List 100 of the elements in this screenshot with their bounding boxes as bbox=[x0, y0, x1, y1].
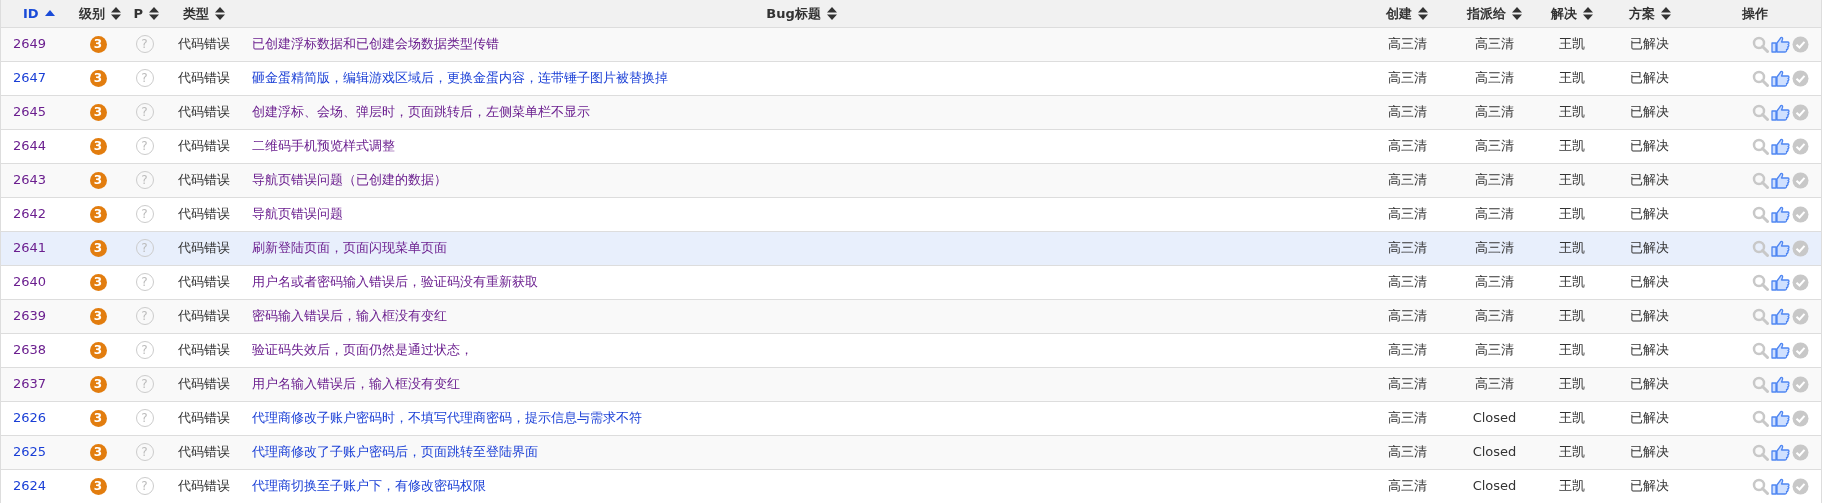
check-circle-icon[interactable] bbox=[1792, 341, 1809, 359]
search-icon[interactable] bbox=[1752, 477, 1769, 495]
check-circle-icon[interactable] bbox=[1792, 307, 1809, 325]
thumbs-up-icon[interactable] bbox=[1771, 239, 1790, 257]
bug-title-link[interactable]: 二维码手机预览样式调整 bbox=[251, 138, 395, 154]
bug-title-link[interactable]: 密码输入错误后，输入框没有变红 bbox=[251, 308, 447, 324]
search-icon[interactable] bbox=[1752, 443, 1769, 461]
creator-name: 高三清 bbox=[1387, 138, 1427, 154]
creator-name: 高三清 bbox=[1387, 274, 1427, 290]
assignee-name: 高三清 bbox=[1475, 138, 1514, 154]
thumbs-up-icon[interactable] bbox=[1771, 341, 1790, 359]
check-circle-icon[interactable] bbox=[1792, 171, 1809, 189]
thumbs-up-icon[interactable] bbox=[1771, 171, 1790, 189]
search-icon[interactable] bbox=[1752, 307, 1769, 325]
thumbs-up-icon[interactable] bbox=[1771, 477, 1790, 495]
id-link[interactable]: 2644 bbox=[13, 138, 47, 154]
bug-title-link[interactable]: 代理商修改了子账户密码后，页面跳转至登陆界面 bbox=[251, 444, 538, 460]
assignee-name: Closed bbox=[1472, 478, 1517, 494]
check-circle-icon[interactable] bbox=[1792, 69, 1809, 87]
thumbs-up-icon[interactable] bbox=[1771, 375, 1790, 393]
bug-title-link[interactable]: 导航页错误问题 bbox=[251, 206, 343, 222]
thumbs-up-icon[interactable] bbox=[1771, 137, 1790, 155]
assignee-name: 高三清 bbox=[1475, 70, 1514, 86]
severity-badge: 3 bbox=[89, 103, 107, 121]
id-link[interactable]: 2626 bbox=[13, 410, 47, 426]
thumbs-up-icon[interactable] bbox=[1771, 273, 1790, 291]
check-circle-icon[interactable] bbox=[1792, 103, 1809, 121]
bug-type: 代码错误 bbox=[177, 104, 230, 120]
search-icon[interactable] bbox=[1752, 69, 1769, 87]
resolver-name: 王凯 bbox=[1559, 410, 1585, 426]
search-icon[interactable] bbox=[1752, 205, 1769, 223]
bug-type: 代码错误 bbox=[177, 206, 230, 222]
check-circle-icon[interactable] bbox=[1792, 409, 1809, 427]
search-icon[interactable] bbox=[1752, 375, 1769, 393]
thumbs-up-icon[interactable] bbox=[1771, 307, 1790, 325]
bug-title-link[interactable]: 创建浮标、会场、弹层时，页面跳转后，左侧菜单栏不显示 bbox=[251, 104, 590, 120]
resolution-text: 已解决 bbox=[1630, 410, 1669, 426]
thumbs-up-icon[interactable] bbox=[1771, 205, 1790, 223]
bug-title-link[interactable]: 刷新登陆页面，页面闪现菜单页面 bbox=[251, 240, 447, 256]
search-icon[interactable] bbox=[1752, 341, 1769, 359]
column-header[interactable]: 操作 bbox=[1742, 3, 1769, 23]
bug-title-link[interactable]: 砸金蛋精简版，编辑游戏区域后，更换金蛋内容，连带锤子图片被替换掉 bbox=[251, 70, 668, 86]
thumbs-up-icon[interactable] bbox=[1771, 35, 1790, 53]
bug-type: 代码错误 bbox=[177, 308, 230, 324]
id-link[interactable]: 2638 bbox=[13, 342, 47, 358]
assignee-name: 高三清 bbox=[1475, 36, 1514, 52]
creator-name: 高三清 bbox=[1387, 444, 1427, 460]
bug-title-link[interactable]: 代理商修改子账户密码时，不填写代理商密码，提示信息与需求不符 bbox=[251, 410, 642, 426]
severity-badge: 3 bbox=[89, 443, 107, 461]
bug-title-link[interactable]: 用户名输入错误后，输入框没有变红 bbox=[251, 376, 460, 392]
check-circle-icon[interactable] bbox=[1792, 375, 1809, 393]
assignee-name: Closed bbox=[1472, 444, 1517, 460]
creator-name: 高三清 bbox=[1387, 410, 1427, 426]
severity-badge: 3 bbox=[89, 137, 107, 155]
check-circle-icon[interactable] bbox=[1792, 443, 1809, 461]
resolver-name: 王凯 bbox=[1559, 342, 1585, 358]
bug-title-link[interactable]: 已创建浮标数据和已创建会场数据类型传错 bbox=[251, 36, 499, 52]
severity-badge: 3 bbox=[89, 341, 107, 359]
resolution-text: 已解决 bbox=[1630, 36, 1669, 52]
id-link[interactable]: 2642 bbox=[13, 206, 47, 222]
id-link[interactable]: 2624 bbox=[13, 478, 47, 494]
resolver-name: 王凯 bbox=[1559, 206, 1585, 222]
resolver-name: 王凯 bbox=[1559, 274, 1585, 290]
check-circle-icon[interactable] bbox=[1792, 239, 1809, 257]
search-icon[interactable] bbox=[1752, 137, 1769, 155]
resolution-text: 已解决 bbox=[1630, 240, 1669, 256]
assignee-name: 高三清 bbox=[1475, 206, 1514, 222]
id-link[interactable]: 2640 bbox=[13, 274, 47, 290]
check-circle-icon[interactable] bbox=[1792, 205, 1809, 223]
assignee-name: Closed bbox=[1472, 410, 1517, 426]
bug-title-link[interactable]: 代理商切换至子账户下，有修改密码权限 bbox=[251, 478, 486, 494]
resolution-text: 已解决 bbox=[1630, 444, 1669, 460]
resolver-name: 王凯 bbox=[1559, 376, 1585, 392]
bug-title-link[interactable]: 用户名或者密码输入错误后，验证码没有重新获取 bbox=[251, 274, 538, 290]
bug-type: 代码错误 bbox=[177, 376, 230, 392]
search-icon[interactable] bbox=[1752, 103, 1769, 121]
bug-type: 代码错误 bbox=[177, 444, 230, 460]
check-circle-icon[interactable] bbox=[1792, 273, 1809, 291]
check-circle-icon[interactable] bbox=[1792, 137, 1809, 155]
search-icon[interactable] bbox=[1752, 239, 1769, 257]
bug-title-link[interactable]: 验证码失效后，页面仍然是通过状态， bbox=[251, 342, 473, 358]
thumbs-up-icon[interactable] bbox=[1771, 69, 1790, 87]
check-circle-icon[interactable] bbox=[1792, 35, 1809, 53]
thumbs-up-icon[interactable] bbox=[1771, 443, 1790, 461]
resolution-text: 已解决 bbox=[1630, 138, 1669, 154]
search-icon[interactable] bbox=[1752, 171, 1769, 189]
search-icon[interactable] bbox=[1752, 273, 1769, 291]
bug-title-link[interactable]: 导航页错误问题（已创建的数据） bbox=[251, 172, 447, 188]
resolution-text: 已解决 bbox=[1630, 104, 1669, 120]
bug-type: 代码错误 bbox=[177, 172, 230, 188]
id-link[interactable]: 2647 bbox=[13, 70, 47, 86]
resolver-name: 王凯 bbox=[1559, 104, 1585, 120]
check-circle-icon[interactable] bbox=[1792, 477, 1809, 495]
search-icon[interactable] bbox=[1752, 409, 1769, 427]
column-header[interactable]: Bug标题 bbox=[766, 3, 837, 23]
thumbs-up-icon[interactable] bbox=[1771, 409, 1790, 427]
resolution-text: 已解决 bbox=[1630, 274, 1669, 290]
bug-type: 代码错误 bbox=[177, 274, 230, 290]
thumbs-up-icon[interactable] bbox=[1771, 103, 1790, 121]
search-icon[interactable] bbox=[1752, 35, 1769, 53]
